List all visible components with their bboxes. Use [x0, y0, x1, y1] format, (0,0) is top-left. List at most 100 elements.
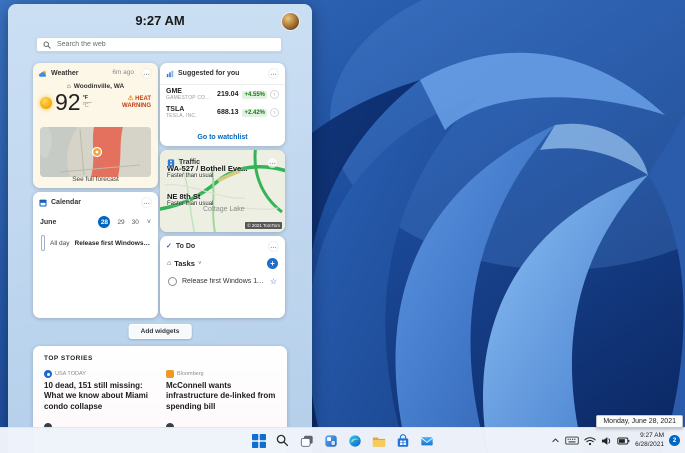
- weather-location-row: ⌂ Woodinville, WA: [33, 83, 158, 90]
- story-headline[interactable]: 10 dead, 151 still missing: What we know…: [44, 381, 154, 412]
- microsoft-store-icon[interactable]: [395, 433, 411, 449]
- task-list-dropdown-icon[interactable]: ˅: [198, 261, 202, 267]
- route-name: NE 8th St: [167, 192, 201, 201]
- task-view-icon[interactable]: [299, 433, 315, 449]
- weather-map[interactable]: [40, 127, 151, 177]
- task-star-icon[interactable]: ☆: [270, 277, 277, 286]
- task-checkbox[interactable]: [168, 277, 177, 286]
- tray-time: 9:27 AM: [640, 432, 664, 440]
- desktop: 9:27 AM Weather 6m ago … ⌂ Woodinville, …: [0, 0, 685, 453]
- stocks-title: Suggested for you: [178, 70, 240, 77]
- calendar-expand-icon[interactable]: ˅: [147, 219, 151, 226]
- news-story[interactable]: USA TODAY 10 dead, 151 still missing: Wh…: [44, 370, 154, 412]
- stocks-chart-icon: [166, 70, 174, 78]
- calendar-event[interactable]: All day Release first Windows 1...: [41, 235, 150, 251]
- add-task-button[interactable]: +: [267, 258, 278, 269]
- notification-badge[interactable]: 2: [669, 435, 680, 446]
- stock-action-icon[interactable]: ›: [270, 90, 279, 100]
- todo-task-item[interactable]: Release first Windows 11... ☆: [160, 269, 285, 286]
- search-bar[interactable]: [36, 37, 282, 52]
- stock-row-tsla[interactable]: TSLA TESLA, INC. 688.13 +2.42% ›: [160, 103, 285, 121]
- event-time: All day: [50, 239, 70, 247]
- task-list-icon: ⌂: [167, 260, 172, 267]
- edge-browser-icon[interactable]: [347, 433, 363, 449]
- traffic-icon: [167, 158, 175, 167]
- event-duration-bracket: [41, 235, 45, 251]
- calendar-widget[interactable]: Calendar … June 28 29 30 ˅ All day Relea…: [33, 192, 158, 318]
- search-icon: [43, 41, 51, 49]
- todo-title: To Do: [175, 243, 196, 250]
- story-source: Bloomberg: [177, 371, 204, 377]
- weather-widget[interactable]: Weather 6m ago … ⌂ Woodinville, WA 92 °F…: [33, 63, 158, 188]
- warning-text: HEAT WARNING: [122, 96, 151, 110]
- todo-widget[interactable]: ✓ To Do … ⌂ Tasks ˅ + Release first Wind…: [160, 236, 285, 318]
- sunny-icon: [40, 96, 52, 109]
- calendar-month: June: [40, 218, 57, 226]
- stock-company: GAMESTOP CO...: [166, 94, 211, 101]
- search-taskbar-icon[interactable]: [275, 433, 291, 449]
- news-story[interactable]: Bloomberg McConnell wants infrastructure…: [166, 370, 276, 412]
- temperature-value: 92: [55, 89, 81, 115]
- see-full-forecast-link[interactable]: See full forecast: [33, 176, 158, 183]
- map-copyright: © 2021 TomTom: [245, 222, 282, 229]
- stock-change-badge: +2.42%: [242, 108, 267, 117]
- stock-company: TESLA, INC.: [166, 112, 197, 119]
- warning-icon: ⚠: [127, 95, 134, 103]
- task-list-name[interactable]: Tasks: [174, 259, 195, 268]
- heat-warning: ⚠ HEAT WARNING: [115, 95, 151, 110]
- unit-celsius[interactable]: °C: [83, 104, 89, 110]
- taskbar: 9:27 AM 6/28/2021 2: [0, 427, 685, 453]
- tray-date: 6/28/2021: [635, 440, 664, 448]
- touch-keyboard-icon[interactable]: [565, 435, 579, 446]
- stocks-widget[interactable]: Suggested for you … GME GAMESTOP CO... 2…: [160, 63, 285, 146]
- volume-icon[interactable]: [601, 436, 612, 446]
- user-avatar[interactable]: [282, 13, 299, 30]
- calendar-icon: [39, 199, 47, 207]
- battery-icon[interactable]: [617, 436, 630, 446]
- widgets-panel: 9:27 AM Weather 6m ago … ⌂ Woodinville, …: [8, 4, 312, 453]
- mail-icon[interactable]: [419, 433, 435, 449]
- panel-clock: 9:27 AM: [135, 13, 185, 28]
- start-button[interactable]: [251, 433, 267, 449]
- usa-today-logo-icon: [44, 370, 52, 378]
- calendar-day[interactable]: 30: [132, 219, 139, 226]
- calendar-day-selected[interactable]: 28: [98, 216, 111, 228]
- tray-clock[interactable]: 9:27 AM 6/28/2021: [635, 432, 664, 449]
- todo-check-icon: ✓: [166, 243, 172, 250]
- file-explorer-icon[interactable]: [371, 433, 387, 449]
- tray-chevron-up-icon[interactable]: [551, 436, 560, 445]
- traffic-menu-icon[interactable]: …: [267, 157, 278, 168]
- calendar-date-row: June 28 29 30 ˅: [33, 211, 158, 230]
- stock-price: 219.04: [217, 91, 239, 99]
- traffic-widget[interactable]: Traffic … WA-527 / Bothell Eve... Faster…: [160, 150, 285, 232]
- calendar-day[interactable]: 29: [117, 219, 124, 226]
- top-stories-header: TOP STORIES: [44, 355, 93, 362]
- go-to-watchlist-link[interactable]: Go to watchlist: [160, 134, 285, 141]
- task-title: Release first Windows 11...: [182, 278, 265, 285]
- weather-temp-row: 92 °F °C ⚠ HEAT WARNING: [33, 90, 158, 114]
- add-widgets-button[interactable]: Add widgets: [128, 324, 192, 339]
- traffic-title: Traffic: [179, 159, 201, 166]
- stock-price: 688.13: [217, 109, 239, 117]
- story-headline[interactable]: McConnell wants infrastructure de-linked…: [166, 381, 276, 412]
- weather-title: Weather: [51, 70, 79, 77]
- search-input[interactable]: [55, 40, 275, 49]
- wifi-icon[interactable]: [584, 436, 596, 446]
- stock-action-icon[interactable]: ›: [270, 108, 279, 118]
- stock-row-gme[interactable]: GME GAMESTOP CO... 219.04 +4.55% ›: [160, 85, 285, 103]
- route-status: Faster than usual: [167, 173, 214, 180]
- unit-fahrenheit[interactable]: °F: [83, 95, 89, 102]
- todo-menu-icon[interactable]: …: [268, 241, 279, 252]
- story-source: USA TODAY: [55, 371, 86, 377]
- calendar-menu-icon[interactable]: …: [141, 197, 152, 208]
- weather-location: Woodinville, WA: [73, 83, 125, 90]
- clock-tooltip: Monday, June 28, 2021: [596, 415, 683, 428]
- todo-list-row[interactable]: ⌂ Tasks ˅ +: [160, 255, 285, 269]
- unit-toggle[interactable]: °F °C: [82, 95, 92, 110]
- weather-menu-icon[interactable]: …: [141, 68, 152, 79]
- bloomberg-logo-icon: [166, 370, 174, 378]
- weather-updated: 6m ago: [112, 69, 134, 77]
- map-place-label: Cottage Lake: [203, 206, 245, 213]
- stocks-menu-icon[interactable]: …: [268, 68, 279, 79]
- widgets-taskbar-icon[interactable]: [323, 433, 339, 449]
